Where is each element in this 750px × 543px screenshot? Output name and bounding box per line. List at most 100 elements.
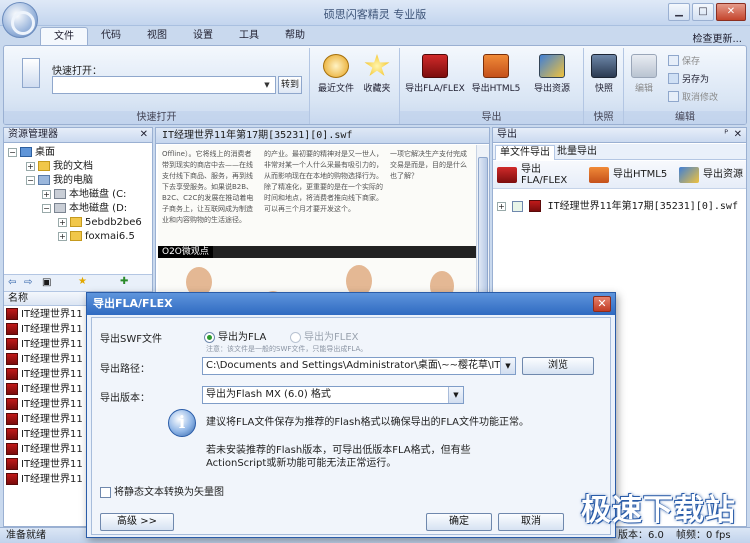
tab-tools[interactable]: 工具 (226, 27, 272, 45)
quick-open-combo[interactable]: ▼ (52, 76, 276, 94)
undo-button[interactable]: 取消修改 (668, 90, 718, 103)
list-item[interactable]: IT经理世界11 (6, 382, 83, 397)
export-version-select[interactable]: 导出为Flash MX (6.0) 格式 ▼ (202, 386, 464, 404)
list-item[interactable]: IT经理世界11 (6, 307, 83, 322)
export-path-field[interactable]: C:\Documents and Settings\Administrator\… (202, 357, 516, 375)
export-fla-dialog: 导出FLA/FLEX ✕ 导出SWF文件 导出为FLA 导出为FLEX 注意：该… (86, 292, 616, 538)
tree-item-folder[interactable]: + foxmai6.5 (58, 230, 135, 244)
tree-item-documents[interactable]: + 我的文档 (26, 160, 93, 174)
tab-single-export[interactable]: 单文件导出 (495, 145, 555, 160)
list-item[interactable]: IT经理世界11 (6, 427, 83, 442)
tree-item-desktop[interactable]: − 桌面 (8, 146, 55, 160)
close-icon[interactable]: ✕ (140, 128, 148, 142)
recent-files-button[interactable]: 最近文件 (314, 54, 358, 94)
quick-open-group: 快速打开： ▼ 转到 快速打开 (4, 48, 310, 124)
close-button[interactable]: ✕ (716, 3, 746, 21)
resources-icon (679, 167, 699, 183)
list-item[interactable]: IT经理世界11 (6, 397, 83, 412)
tab-settings[interactable]: 设置 (180, 27, 226, 45)
chevron-down-icon[interactable]: ▼ (500, 358, 515, 374)
tree-item-folder[interactable]: +5ebdb2be6 (58, 216, 142, 230)
list-item[interactable]: IT经理世界11 (6, 367, 83, 382)
checkbox[interactable] (100, 486, 111, 498)
favorites-button[interactable]: 收藏夹 (356, 54, 398, 94)
tab-view[interactable]: 视图 (134, 27, 180, 45)
list-item[interactable]: IT经理世界11 (6, 352, 83, 367)
path-label: 导出路径： (100, 364, 150, 375)
expand-icon[interactable]: + (58, 217, 67, 227)
tree-item-drive-d[interactable]: − 本地磁盘 (D: (42, 202, 127, 216)
item-checkbox[interactable] (512, 200, 524, 212)
close-icon[interactable]: ✕ (734, 128, 742, 142)
save-button[interactable]: 保存 (668, 54, 700, 67)
expand-icon[interactable]: + (497, 201, 506, 211)
app-menu-orb-icon[interactable] (2, 2, 38, 38)
expand-icon[interactable]: + (26, 161, 35, 171)
version-label: 导出版本： (100, 393, 150, 404)
chevron-down-icon[interactable]: ▼ (448, 387, 463, 403)
tab-batch-export[interactable]: 批量导出 (553, 145, 601, 160)
edit-button[interactable]: 编辑 (626, 54, 662, 94)
goto-button[interactable]: 转到 (278, 76, 302, 94)
list-item[interactable]: IT经理世界11 (6, 442, 83, 457)
swf-file-icon (6, 428, 18, 440)
check-update-link[interactable]: 检查更新... (692, 30, 742, 45)
camera-icon (591, 54, 617, 78)
dialog-close-button[interactable]: ✕ (593, 296, 611, 312)
up-folder-icon[interactable]: ▣ (42, 277, 51, 288)
list-item[interactable]: IT经理世界11 (6, 457, 83, 472)
export-resources-panel-button[interactable]: 导出资源 (679, 164, 743, 186)
radio-button[interactable] (204, 331, 215, 343)
article-column: Offline）。它将线上的消费者带到现实的商店中去——在线支付线下商品、服务，… (162, 150, 254, 224)
export-fla-button[interactable]: 导出FLA/FLEX (402, 54, 468, 94)
drive-icon (54, 189, 66, 199)
article-column: 的产业。最初要的精神对是又一世人，非常对某一个人什么采最有吸引力的，从而影响现在… (264, 150, 383, 213)
export-html5-panel-button[interactable]: 导出HTML5 (589, 164, 667, 186)
radio-export-fla[interactable]: 导出为FLA (204, 328, 266, 343)
export-resources-button[interactable]: 导出资源 (524, 54, 580, 94)
ok-button[interactable]: 确定 (426, 513, 492, 531)
scrollbar-thumb[interactable] (478, 157, 488, 307)
tree-item-drive-c[interactable]: + 本地磁盘 (C: (42, 188, 126, 202)
list-item[interactable]: IT经理世界11 (6, 322, 83, 337)
tree-item-my-computer[interactable]: − 我的电脑 (26, 174, 93, 188)
tab-help[interactable]: 帮助 (272, 27, 318, 45)
expand-icon[interactable]: + (58, 231, 67, 241)
collapse-icon[interactable]: − (42, 203, 51, 213)
browse-button[interactable]: 浏览 (522, 357, 594, 375)
expand-icon[interactable]: + (42, 189, 51, 199)
save-as-button[interactable]: 另存为 (668, 72, 709, 85)
export-fla-flex-button[interactable]: 导出 FLA/FLEX (497, 164, 567, 186)
back-icon[interactable]: ⇦ (8, 277, 16, 288)
export-toolbar: 导出 FLA/FLEX 导出HTML5 导出资源 (493, 161, 746, 189)
preview-title: IT经理世界11年第17期[35231][0].swf (156, 128, 489, 144)
export-tree-item[interactable]: + IT经理世界11年第17期[35231][0].swf (497, 200, 738, 214)
favorite-star-icon[interactable]: ★ (78, 276, 87, 287)
list-item[interactable]: IT经理世界11 (6, 337, 83, 352)
folder-icon (38, 161, 50, 171)
vector-text-checkbox[interactable]: 将静态文本转换为矢量图 (100, 483, 224, 498)
dialog-title: 导出FLA/FLEX (87, 293, 615, 315)
snapshot-button[interactable]: 快照 (588, 54, 620, 94)
swf-file-icon (6, 383, 18, 395)
add-icon[interactable]: ✚ (120, 276, 128, 287)
cancel-button[interactable]: 取消 (498, 513, 564, 531)
advanced-button[interactable]: 高级 >> (100, 513, 174, 531)
swf-file-icon (6, 368, 18, 380)
list-item[interactable]: IT经理世界11 (6, 472, 83, 487)
list-item[interactable]: IT经理世界11 (6, 412, 83, 427)
collapse-icon[interactable]: − (26, 175, 35, 185)
forward-icon[interactable]: ⇨ (24, 277, 32, 288)
collapse-icon[interactable]: − (8, 147, 17, 157)
pin-icon[interactable]: ᴾ (724, 128, 728, 142)
tab-file[interactable]: 文件 (40, 27, 88, 45)
minimize-button[interactable]: ▁ (668, 3, 690, 21)
radio-export-flex[interactable]: 导出为FLEX (290, 328, 359, 343)
radio-button[interactable] (290, 331, 301, 343)
export-html5-button[interactable]: 导出HTML5 (468, 54, 524, 94)
edit-group: 编辑 保存 另存为 取消修改 编辑 (624, 48, 746, 124)
tab-code[interactable]: 代码 (88, 27, 134, 45)
export-panel-title: 导出 ᴾ ✕ (493, 128, 746, 143)
snapshot-group: 快照 快照 (584, 48, 624, 124)
maximize-button[interactable]: □ (692, 3, 714, 21)
